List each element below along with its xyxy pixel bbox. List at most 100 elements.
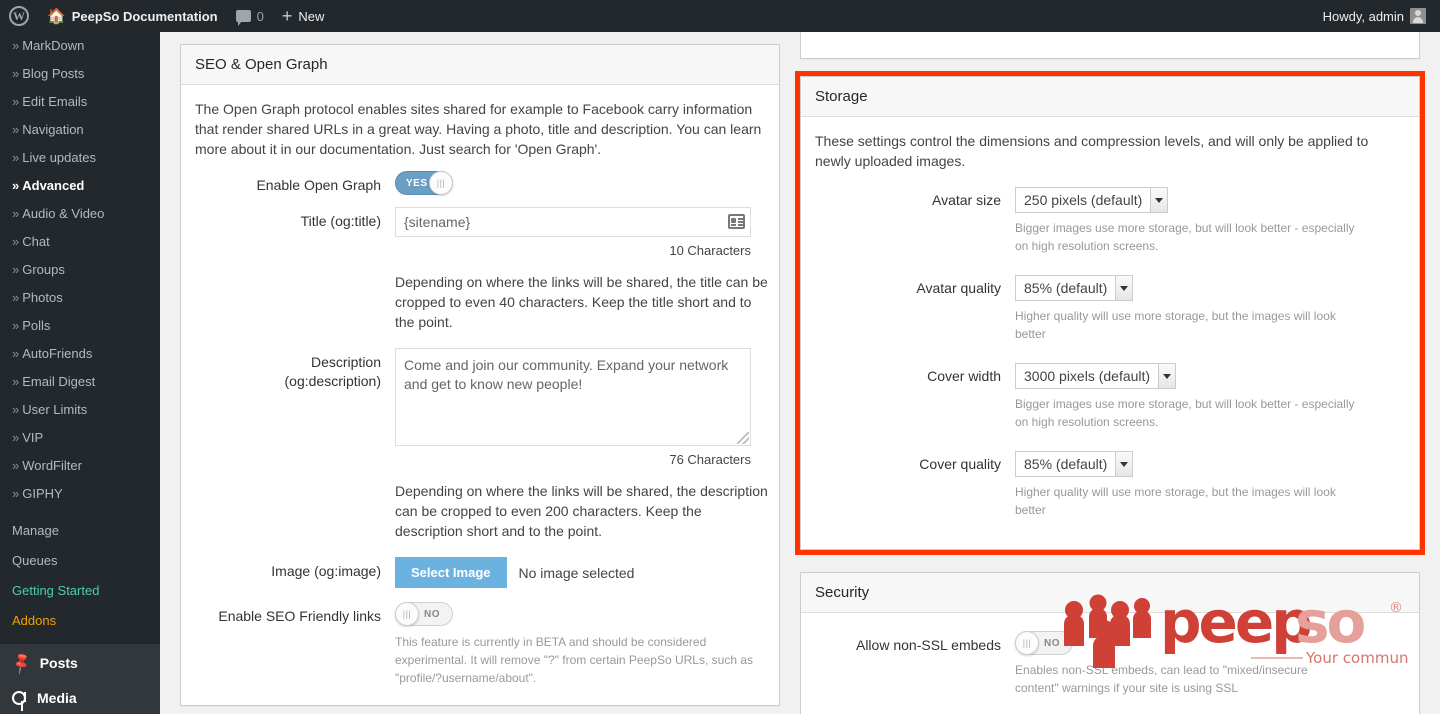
sidebar-item-markdown[interactable]: » MarkDown (0, 32, 160, 60)
sidebar-item-wordfilter[interactable]: » WordFilter (0, 452, 160, 480)
chevron-double-right-icon: » (12, 374, 20, 389)
og-description-label: Description (og:description) (195, 348, 395, 545)
security-panel-body: Allow non-SSL embeds ||| NO Enables non-… (801, 613, 1419, 714)
seo-open-graph-panel: SEO & Open Graph The Open Graph protocol… (180, 44, 780, 706)
select-image-button[interactable]: Select Image (395, 557, 507, 588)
sidebar-item-blog-posts[interactable]: » Blog Posts (0, 60, 160, 88)
sidebar-item-giphy[interactable]: » GIPHY (0, 480, 160, 508)
seo-friendly-links-control: ||| NO This feature is currently in BETA… (395, 602, 765, 687)
cover-quality-select[interactable]: 85% (default) (1015, 451, 1134, 477)
toggle-state-label: NO (1044, 637, 1060, 649)
chevron-double-right-icon: » (12, 346, 20, 361)
admin-sidebar[interactable]: » MarkDown » Blog Posts » Edit Emails » Navi… (0, 32, 160, 714)
sidebar-item-chat[interactable]: » Chat (0, 228, 160, 256)
chevron-down-icon[interactable] (1150, 188, 1168, 212)
sidebar-item-photos[interactable]: » Photos (0, 284, 160, 312)
toggle-knob[interactable]: ||| (429, 171, 453, 195)
seo-friendly-links-label: Enable SEO Friendly links (218, 608, 381, 624)
cover-quality-control: 85% (default) Higher quality will use mo… (1015, 451, 1405, 519)
avatar-size-value: 250 pixels (default) (1024, 192, 1143, 208)
cover-width-select[interactable]: 3000 pixels (default) (1015, 363, 1177, 389)
new-content-menu[interactable]: + New (273, 0, 334, 32)
insert-variable-icon[interactable] (728, 214, 745, 229)
sidebar-item-live-updates[interactable]: » Live updates (0, 144, 160, 172)
cover-width-row: Cover width 3000 pixels (default) Bigger… (815, 363, 1405, 431)
sidebar-item-posts[interactable]: 📌 Posts (0, 644, 160, 681)
seo-friendly-links-row: Enable SEO Friendly links ||| NO This fe… (195, 602, 765, 687)
preceding-panel-stub (800, 32, 1420, 59)
sidebar-item-getting-started[interactable]: Getting Started (0, 576, 160, 606)
sidebar-item-polls[interactable]: » Polls (0, 312, 160, 340)
toggle-knob[interactable]: ||| (395, 602, 419, 626)
enable-open-graph-control: YES ||| (395, 171, 765, 195)
og-title-row: Title (og:title) 10 Characters Depending… (195, 207, 768, 336)
avatar-size-label: Avatar size (932, 192, 1001, 208)
toggle-knob[interactable]: ||| (1015, 631, 1039, 655)
avatar-quality-select[interactable]: 85% (default) (1015, 275, 1134, 301)
sidebar-item-user-limits[interactable]: » User Limits (0, 396, 160, 424)
sidebar-item-media[interactable]: Media (0, 681, 160, 714)
cover-quality-label: Cover quality (919, 456, 1001, 472)
sidebar-item-label: AutoFriends (22, 346, 93, 361)
chevron-down-icon[interactable] (1158, 364, 1176, 388)
sidebar-item-vip[interactable]: » VIP (0, 424, 160, 452)
site-name-menu[interactable]: 🏠 PeepSo Documentation (38, 0, 227, 32)
comments-menu[interactable]: 0 (227, 0, 273, 32)
cover-quality-note: Higher quality will use more storage, bu… (1015, 485, 1336, 517)
chevron-down-icon[interactable] (1115, 276, 1133, 300)
storage-intro-text: These settings control the dimensions an… (815, 133, 1369, 169)
chevron-double-right-icon: » (12, 402, 20, 417)
chevron-double-right-icon: » (12, 458, 20, 473)
howdy-label: Howdy, admin (1322, 8, 1404, 24)
og-title-field-wrap[interactable] (395, 207, 751, 237)
og-image-status: No image selected (518, 564, 635, 581)
sidebar-item-label: Polls (22, 318, 51, 333)
comment-bubble-icon (235, 10, 251, 26)
avatar-quality-row: Avatar quality 85% (default) Higher qual… (815, 275, 1405, 343)
og-description-field-wrap[interactable]: Come and join our community. Expand your… (395, 348, 751, 446)
avatar-quality-note: Higher quality will use more storage, bu… (1015, 309, 1336, 341)
og-title-input[interactable] (396, 208, 750, 236)
sidebar-item-advanced[interactable]: » Advanced (0, 172, 160, 200)
chevron-down-icon[interactable] (1115, 452, 1133, 476)
sidebar-item-label: Blog Posts (22, 66, 85, 81)
pin-icon: 📌 (9, 651, 35, 676)
og-description-textarea[interactable]: Come and join our community. Expand your… (396, 349, 750, 445)
avatar-size-note: Bigger images use more storage, but will… (1015, 221, 1355, 253)
sidebar-item-manage[interactable]: Manage (0, 516, 160, 546)
chevron-double-right-icon: » (12, 38, 20, 53)
sidebar-item-autofriends[interactable]: » AutoFriends (0, 340, 160, 368)
wordpress-logo-icon (9, 6, 29, 26)
og-image-control: Select Image No image selected (395, 557, 765, 588)
security-panel: Security Allow non-SSL embeds ||| NO Ena… (800, 572, 1420, 714)
home-icon: 🏠 (47, 7, 66, 25)
og-title-label: Title (og:title) (300, 213, 381, 229)
toggle-state-label: YES (406, 177, 428, 189)
seo-friendly-links-toggle[interactable]: ||| NO (395, 602, 453, 626)
my-account-menu[interactable]: Howdy, admin (1314, 0, 1440, 32)
sidebar-item-edit-emails[interactable]: » Edit Emails (0, 88, 160, 116)
wordpress-logo-menu[interactable] (0, 0, 38, 32)
sidebar-item-audio-video[interactable]: » Audio & Video (0, 200, 160, 228)
sidebar-item-label: Photos (22, 290, 63, 305)
chevron-double-right-icon: » (12, 486, 20, 501)
avatar-size-select[interactable]: 250 pixels (default) (1015, 187, 1169, 213)
chevron-double-right-icon: » (12, 150, 20, 165)
allow-non-ssl-embeds-toggle[interactable]: ||| NO (1015, 631, 1073, 655)
sidebar-item-label: Chat (22, 234, 50, 249)
sidebar-item-navigation[interactable]: » Navigation (0, 116, 160, 144)
sidebar-item-groups[interactable]: » Groups (0, 256, 160, 284)
sidebar-item-queues[interactable]: Queues (0, 546, 160, 576)
allow-non-ssl-embeds-control: ||| NO Enables non-SSL embeds, can lead … (1015, 631, 1405, 697)
enable-open-graph-row: Enable Open Graph YES ||| (195, 171, 765, 195)
sidebar-item-label: Edit Emails (22, 94, 88, 109)
avatar-quality-value: 85% (default) (1024, 280, 1108, 296)
enable-open-graph-toggle[interactable]: YES ||| (395, 171, 453, 195)
site-title: PeepSo Documentation (71, 8, 218, 24)
sidebar-item-email-digest[interactable]: » Email Digest (0, 368, 160, 396)
sidebar-item-addons[interactable]: Addons (0, 606, 160, 636)
og-title-char-count: 10 Characters (669, 243, 751, 258)
resize-handle[interactable] (737, 432, 749, 444)
cover-quality-row: Cover quality 85% (default) Higher quali… (815, 451, 1405, 519)
allow-non-ssl-embeds-row: Allow non-SSL embeds ||| NO Enables non-… (815, 631, 1405, 697)
